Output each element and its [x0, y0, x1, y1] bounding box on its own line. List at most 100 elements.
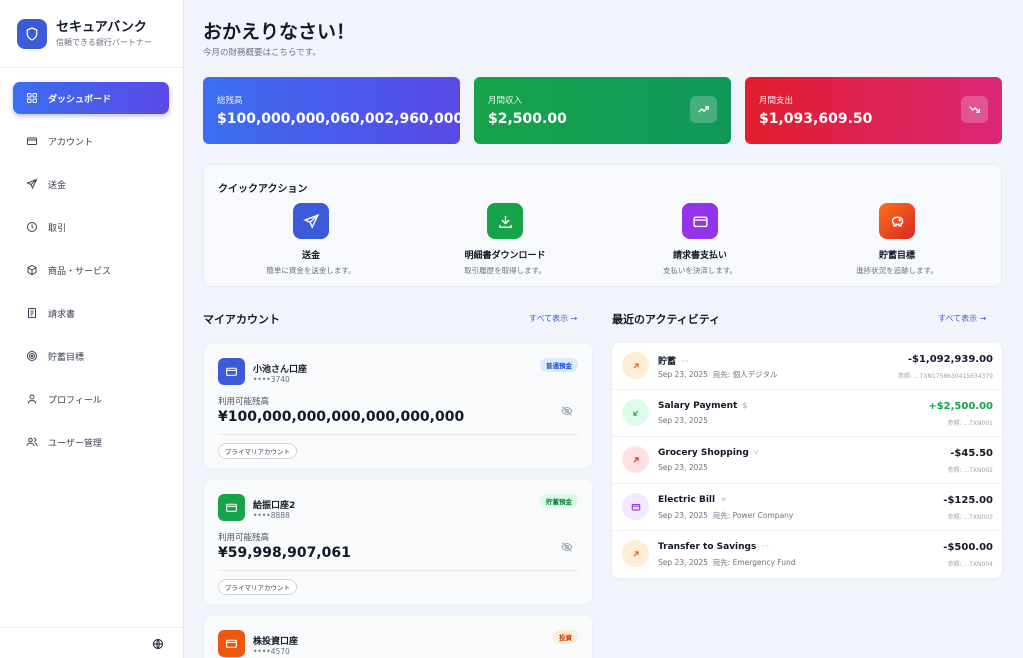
activity-amount: -$1,092,939.00 — [907, 354, 993, 365]
balance-label: 利用可能残高 — [218, 533, 270, 543]
stat-value: $100,000,000,060,002,960,000.00 — [217, 111, 460, 127]
divider — [218, 570, 578, 571]
brand-title: セキュアバンク — [56, 19, 147, 35]
primary-account-tag: プライマリアカウント — [218, 579, 297, 595]
sidebar-item-label: プロフィール — [48, 395, 102, 406]
sidebar-item-dashboard[interactable]: ダッシュボード — [13, 82, 169, 114]
activity-section-title: 最近のアクティビティ — [612, 313, 721, 326]
piggy-bank-icon — [879, 203, 915, 239]
sidebar-item-transactions[interactable]: 取引 — [13, 211, 169, 243]
quick-action-transfer[interactable]: 送金 簡単に資金を送金します。 — [211, 203, 411, 276]
quick-actions-title: クイックアクション — [218, 184, 308, 195]
accounts-see-all-link[interactable]: すべて表示 → — [529, 313, 577, 324]
account-card[interactable]: 小池さん口座 ••••3740 普通預金 利用可能残高 ¥100,000,000… — [203, 343, 593, 469]
arrow-up-right-icon — [622, 540, 649, 567]
account-number: ••••8888 — [253, 511, 290, 520]
activity-reference: 参照: ...TXN004 — [947, 561, 993, 568]
activity-title: Electric Bill ✧ — [658, 495, 727, 505]
balance-label: 利用可能残高 — [218, 397, 270, 407]
activity-date: Sep 23, 2025 — [658, 463, 708, 472]
target-icon — [27, 351, 37, 361]
activity-item[interactable]: Grocery Shopping ⑂ Sep 23, 2025 -$45.50 参… — [612, 437, 1002, 484]
page-title: おかえりなさい！ — [203, 21, 356, 43]
stat-label: 月間支出 — [759, 96, 794, 106]
eye-off-icon[interactable] — [561, 405, 573, 417]
main-content: おかえりなさい！ 今月の財務概要はこちらです。 総残高 $100,000,000… — [185, 0, 1023, 658]
sidebar: セキュアバンク 信頼できる銀行パートナー ダッシュボード アカウント 送金 取引… — [0, 0, 184, 658]
activity-item[interactable]: 貯蓄 ··· Sep 23, 2025 宛先: 個人デジタル -$1,092,93… — [612, 343, 1002, 390]
activity-see-all-link[interactable]: すべて表示 → — [938, 313, 986, 324]
quick-action-download-statement[interactable]: 明細書ダウンロード 取引履歴を取得します。 — [405, 203, 605, 276]
quick-action-label: 貯蓄目標 — [878, 251, 915, 261]
activity-date: Sep 23, 2025 宛先: Emergency Fund — [658, 558, 796, 567]
package-icon — [27, 264, 37, 276]
activity-amount: -$500.00 — [943, 542, 993, 553]
activity-item[interactable]: Transfer to Savings ··· Sep 23, 2025 宛先: … — [612, 531, 1002, 578]
stat-value: $1,093,609.50 — [759, 111, 873, 127]
account-card[interactable]: 株投資口座 ••••4570 投資 — [203, 615, 593, 658]
sidebar-nav: ダッシュボード アカウント 送金 取引 商品・サービス 請求書 貯蓄目標 プロフ… — [0, 68, 183, 458]
sidebar-footer — [0, 627, 183, 658]
quick-actions-panel: クイックアクション 送金 簡単に資金を送金します。 明細書ダウンロード 取引履歴… — [203, 164, 1002, 287]
sidebar-item-label: 商品・サービス — [48, 266, 112, 277]
activity-date: Sep 23, 2025 — [658, 416, 708, 425]
account-card[interactable]: 給振口座2 ••••8888 貯蓄預金 利用可能残高 ¥59,998,907,0… — [203, 479, 593, 605]
activity-reference: 参照: ...TXN003 — [947, 514, 993, 521]
sidebar-item-accounts[interactable]: アカウント — [13, 125, 169, 157]
dashboard-icon — [27, 93, 37, 103]
card-icon — [682, 203, 718, 239]
arrow-up-right-icon — [622, 446, 649, 473]
sidebar-item-bills[interactable]: 請求書 — [13, 297, 169, 329]
account-name: 株投資口座 — [253, 637, 299, 647]
user-icon — [28, 394, 36, 404]
activity-title: 貯蓄 ··· — [658, 357, 689, 367]
divider — [218, 434, 578, 435]
activity-date: Sep 23, 2025 宛先: 個人デジタル — [658, 370, 778, 379]
sidebar-item-transfer[interactable]: 送金 — [13, 168, 169, 200]
primary-account-tag: プライマリアカウント — [218, 443, 297, 459]
activity-reference: 参照: ...TXN1758630415634379 — [898, 373, 993, 380]
activity-title: Grocery Shopping ⑂ — [658, 448, 759, 458]
activity-item[interactable]: Salary Payment $ Sep 23, 2025 +$2,500.00 … — [612, 390, 1002, 437]
sidebar-item-label: 取引 — [48, 223, 67, 234]
receipt-icon — [28, 308, 36, 318]
shield-icon — [17, 18, 47, 49]
sidebar-item-profile[interactable]: プロフィール — [13, 383, 169, 415]
stat-card-monthly-income: 月間収入 $2,500.00 — [474, 77, 731, 144]
quick-action-label: 送金 — [301, 251, 320, 261]
stat-label: 月間収入 — [488, 96, 523, 106]
sidebar-item-user-management[interactable]: ユーザー管理 — [13, 426, 169, 458]
sidebar-item-products[interactable]: 商品・サービス — [13, 254, 169, 286]
brand: セキュアバンク 信頼できる銀行パートナー — [0, 0, 183, 68]
activity-item[interactable]: Electric Bill ✧ Sep 23, 2025 宛先: Power Co… — [612, 484, 1002, 531]
card-icon — [622, 493, 649, 520]
quick-action-pay-bills[interactable]: 請求書支払い 支払いを決済します。 — [600, 203, 800, 276]
card-icon — [218, 630, 245, 657]
quick-action-label: 請求書支払い — [672, 251, 727, 261]
eye-off-icon[interactable] — [561, 541, 573, 553]
arrow-up-right-icon — [622, 352, 649, 379]
globe-icon[interactable] — [152, 638, 164, 650]
stat-card-monthly-expense: 月間支出 $1,093,609.50 — [745, 77, 1002, 144]
quick-action-label: 明細書ダウンロード — [464, 251, 546, 261]
quick-action-desc: 取引履歴を取得します。 — [464, 266, 546, 275]
sidebar-item-label: ユーザー管理 — [48, 438, 102, 449]
account-balance: ¥100,000,000,000,000,000,000 — [218, 409, 465, 425]
activity-amount: +$2,500.00 — [928, 401, 993, 412]
stat-card-total-balance: 総残高 $100,000,000,060,002,960,000.00 — [203, 77, 460, 144]
accounts-section-title: マイアカウント — [203, 313, 280, 326]
activity-title: Transfer to Savings ··· — [658, 542, 769, 552]
send-icon — [293, 203, 329, 239]
quick-action-desc: 簡単に資金を送金します。 — [266, 266, 356, 275]
sidebar-item-savings-goals[interactable]: 貯蓄目標 — [13, 340, 169, 372]
activity-list: 貯蓄 ··· Sep 23, 2025 宛先: 個人デジタル -$1,092,93… — [612, 343, 1002, 578]
quick-action-savings-goals[interactable]: 貯蓄目標 進捗状況を追跡します。 — [797, 203, 997, 276]
sidebar-item-label: 請求書 — [48, 309, 76, 320]
users-icon — [26, 437, 38, 447]
trending-down-icon — [961, 96, 988, 123]
card-icon — [27, 137, 37, 145]
send-icon — [26, 178, 38, 190]
account-number: ••••3740 — [253, 375, 290, 384]
account-name: 小池さん口座 — [253, 365, 308, 375]
brand-subtitle: 信頼できる銀行パートナー — [56, 37, 152, 47]
